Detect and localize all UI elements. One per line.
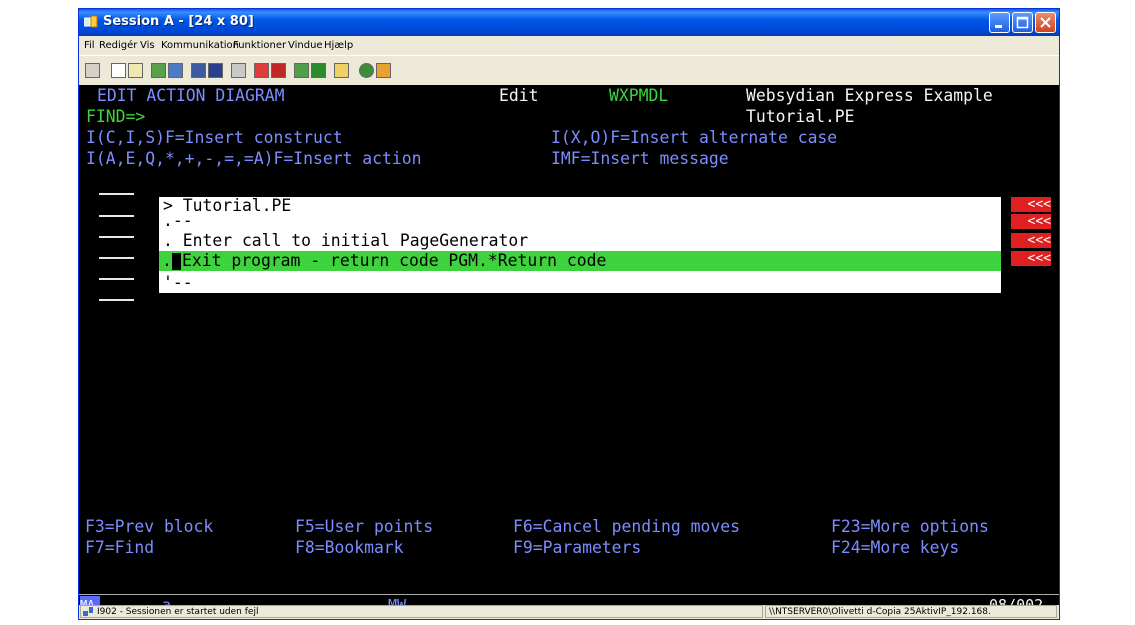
fkey-f3[interactable]: F3=Prev block xyxy=(85,516,213,537)
hint-insert-construct: I(C,I,S)F=Insert construct xyxy=(86,128,343,147)
keyboard-icon[interactable] xyxy=(208,63,223,78)
diagram-line-selected: Exit program - return code PGM.*Return c… xyxy=(182,251,607,270)
line-command-field[interactable] xyxy=(99,299,134,301)
selected-diagram-line[interactable]: . Exit program - return code PGM.*Return… xyxy=(159,251,1001,271)
line-marker: <<< xyxy=(1011,197,1051,212)
model-name: WXPMDL xyxy=(609,86,669,105)
session-icon xyxy=(84,15,98,28)
header-title: Websydian Express Example xyxy=(746,86,993,105)
terminal-window: Session A - [24 x 80] Fil Redigér Vis Ko… xyxy=(78,8,1060,620)
line-command-field[interactable] xyxy=(99,257,134,259)
mode-indicator: Edit xyxy=(499,86,539,105)
line-command-field[interactable] xyxy=(99,193,134,195)
window-title: Session A - [24 x 80] xyxy=(103,14,254,29)
record-icon[interactable] xyxy=(254,63,269,78)
play-icon[interactable] xyxy=(294,63,309,78)
status-message-pane: I902 - Sessionen er startet uden fejl xyxy=(80,605,763,618)
diagram-line[interactable]: .-- xyxy=(163,210,193,231)
menu-edit[interactable]: Redigér xyxy=(99,40,137,51)
connection-info: \\NTSERVER0\Olivetti d-Copia 25AktivIP_1… xyxy=(769,607,991,617)
title-bar[interactable]: Session A - [24 x 80] xyxy=(79,9,1059,36)
toolbar xyxy=(79,55,1059,85)
macro-icon[interactable] xyxy=(231,63,246,78)
screen-title: EDIT ACTION DIAGRAM xyxy=(97,86,285,105)
copy-icon[interactable] xyxy=(111,63,126,78)
line-marker: <<< xyxy=(1011,233,1051,248)
clipboard-icon[interactable] xyxy=(334,63,349,78)
hint-insert-action: I(A,E,Q,*,+,-,=,=A)F=Insert action xyxy=(86,149,422,168)
connection-icon xyxy=(83,607,93,616)
hint-insert-alternate: I(X,O)F=Insert alternate case xyxy=(551,128,838,147)
line-command-field[interactable] xyxy=(99,215,134,217)
status-bar: I902 - Sessionen er startet uden fejl \\… xyxy=(79,605,1059,619)
hint-insert-message: IMF=Insert message xyxy=(551,149,729,168)
edit-icon[interactable] xyxy=(376,63,391,78)
stop-icon[interactable] xyxy=(271,63,286,78)
fkey-f24[interactable]: F24=More keys xyxy=(831,537,959,558)
line-command-field[interactable] xyxy=(99,278,134,280)
maximize-button[interactable] xyxy=(1012,12,1033,33)
function-name: Tutorial.PE xyxy=(746,107,855,126)
action-diagram-panel: > Tutorial.PE .-- . Enter call to initia… xyxy=(159,196,1001,293)
menu-file[interactable]: Fil xyxy=(84,40,95,51)
minimize-button[interactable] xyxy=(989,12,1010,33)
menu-communication[interactable]: Kommunikation xyxy=(161,40,239,51)
fkey-f5[interactable]: F5=User points xyxy=(295,516,433,537)
find-prompt[interactable]: FIND=> xyxy=(86,106,145,127)
display-icon[interactable] xyxy=(191,63,206,78)
fkey-f9[interactable]: F9=Parameters xyxy=(513,537,641,558)
fkey-f6[interactable]: F6=Cancel pending moves xyxy=(513,516,740,537)
diagram-line-dot: . xyxy=(162,251,172,270)
print-screen-icon[interactable] xyxy=(85,63,100,78)
line-marker: <<< xyxy=(1011,214,1051,229)
status-message: I902 - Sessionen er startet uden fejl xyxy=(97,607,259,617)
line-command-field[interactable] xyxy=(99,236,134,238)
diagram-line[interactable]: '-- xyxy=(163,272,193,293)
text-cursor xyxy=(172,253,181,270)
fkey-f7[interactable]: F7=Find xyxy=(85,537,154,558)
line-marker: <<< xyxy=(1011,251,1051,266)
fkey-f8[interactable]: F8=Bookmark xyxy=(295,537,404,558)
menu-view[interactable]: Vis xyxy=(140,40,155,51)
menu-bar: Fil Redigér Vis Kommunikation Funktioner… xyxy=(79,36,1059,55)
close-icon xyxy=(1040,17,1051,28)
fkey-f23[interactable]: F23=More options xyxy=(831,516,989,537)
menu-help[interactable]: Hjælp xyxy=(324,40,353,51)
globe-icon[interactable] xyxy=(359,63,374,78)
send-icon[interactable] xyxy=(151,63,166,78)
minimize-icon xyxy=(995,25,1002,28)
paste-icon[interactable] xyxy=(128,63,143,78)
terminal-screen[interactable]: EDIT ACTION DIAGRAM Edit WXPMDL Websydia… xyxy=(79,85,1059,594)
receive-icon[interactable] xyxy=(168,63,183,78)
maximize-icon xyxy=(1016,16,1029,29)
close-button[interactable] xyxy=(1035,12,1056,33)
menu-functions[interactable]: Funktioner xyxy=(233,40,286,51)
connection-info-pane: \\NTSERVER0\Olivetti d-Copia 25AktivIP_1… xyxy=(765,605,1057,618)
diagram-line[interactable]: . Enter call to initial PageGenerator xyxy=(163,230,528,251)
transfer-icon[interactable] xyxy=(311,63,326,78)
menu-window[interactable]: Vindue xyxy=(288,40,323,51)
